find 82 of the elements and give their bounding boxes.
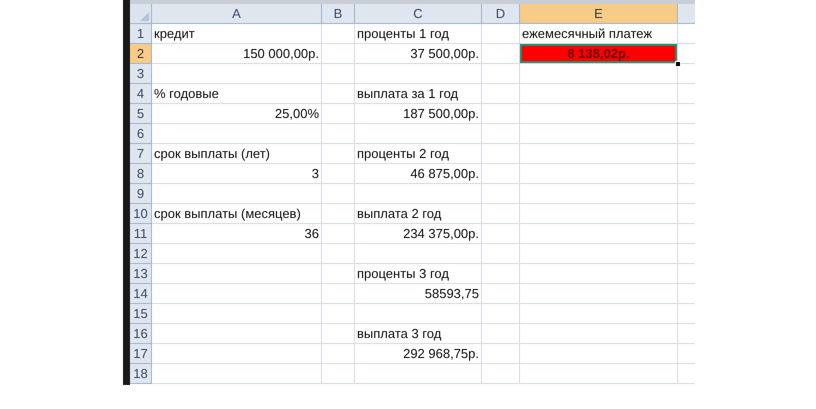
triangle-icon [140,12,149,21]
row-header[interactable]: 14 [130,284,152,304]
table-cell [322,164,355,184]
row-header[interactable]: 4 [130,84,152,104]
table-cell [322,84,355,104]
row-header[interactable]: 10 [130,204,152,224]
table-cell: проценты 3 год [355,264,482,284]
table-cell [482,304,520,324]
table-cell [482,184,520,204]
table-cell [322,264,355,284]
row-header[interactable]: 15 [130,304,152,324]
row-header[interactable]: 16 [130,324,152,344]
table-cell: 150 000,00р. [152,44,322,64]
table-cell [482,344,520,364]
table-cell [482,164,520,184]
table-cell [322,184,355,204]
table-cell [322,44,355,64]
table-cell [322,24,355,44]
row-header[interactable]: 17 [130,344,152,364]
row-header[interactable]: 11 [130,224,152,244]
table-cell: 37 500,00р. [355,44,482,64]
table-cell [322,64,355,84]
row-header[interactable]: 13 [130,264,152,284]
table-cell: 292 968,75р. [355,344,482,364]
table-cell [322,204,355,224]
table-cell [482,104,520,124]
fill-handle[interactable] [675,61,681,67]
table-cell [482,204,520,224]
row-header[interactable]: 3 [130,64,152,84]
table-cell: кредит [152,24,322,44]
table-cell [482,64,520,84]
table-cell [322,284,355,304]
table-cell: срок выплаты (месяцев) [152,204,322,224]
column-header[interactable]: A [152,4,322,24]
table-cell: 234 375,00р. [355,224,482,244]
table-cell [322,364,355,384]
table-cell [322,144,355,164]
table-cell [482,364,520,384]
column-header[interactable] [678,4,695,24]
table-cell [482,224,520,244]
column-header[interactable]: E [520,4,678,24]
table-cell: 46 875,00р. [355,164,482,184]
table-cell [322,124,355,144]
row-header[interactable]: 18 [130,364,152,384]
table-cell: 58593,75 [355,284,482,304]
table-cell: выплата 2 год [355,204,482,224]
table-cell: срок выплаты (лет) [152,144,322,164]
table-cell [482,144,520,164]
table-cell [482,124,520,144]
table-cell: % годовые [152,84,322,104]
table-cell: выплата за 1 год [355,84,482,104]
select-all-corner[interactable] [130,4,152,24]
table-cell: проценты 1 год [355,24,482,44]
table-cell: выплата 3 год [355,324,482,344]
column-header[interactable]: D [482,4,520,24]
table-cell [482,84,520,104]
table-cell: 25,00% [152,104,322,124]
table-cell [322,324,355,344]
table-cell [322,304,355,324]
table-cell: 36 [152,224,322,244]
row-header[interactable]: 2 [130,44,152,64]
row-header[interactable]: 6 [130,124,152,144]
table-cell [322,224,355,244]
table-cell [482,264,520,284]
row-header[interactable]: 8 [130,164,152,184]
column-header[interactable]: C [355,4,482,24]
table-cell [482,324,520,344]
table-cell: 3 [152,164,322,184]
row-header[interactable]: 12 [130,244,152,264]
row-header[interactable]: 1 [130,24,152,44]
row-header[interactable]: 5 [130,104,152,124]
table-cell [322,104,355,124]
table-cell [482,284,520,304]
column-header[interactable]: B [322,4,355,24]
row-header[interactable]: 7 [130,144,152,164]
table-cell [482,24,520,44]
table-cell [482,244,520,264]
row-header[interactable]: 9 [130,184,152,204]
table-cell: 187 500,00р. [355,104,482,124]
table-cell [322,244,355,264]
table-cell: проценты 2 год [355,144,482,164]
table-cell [322,344,355,364]
